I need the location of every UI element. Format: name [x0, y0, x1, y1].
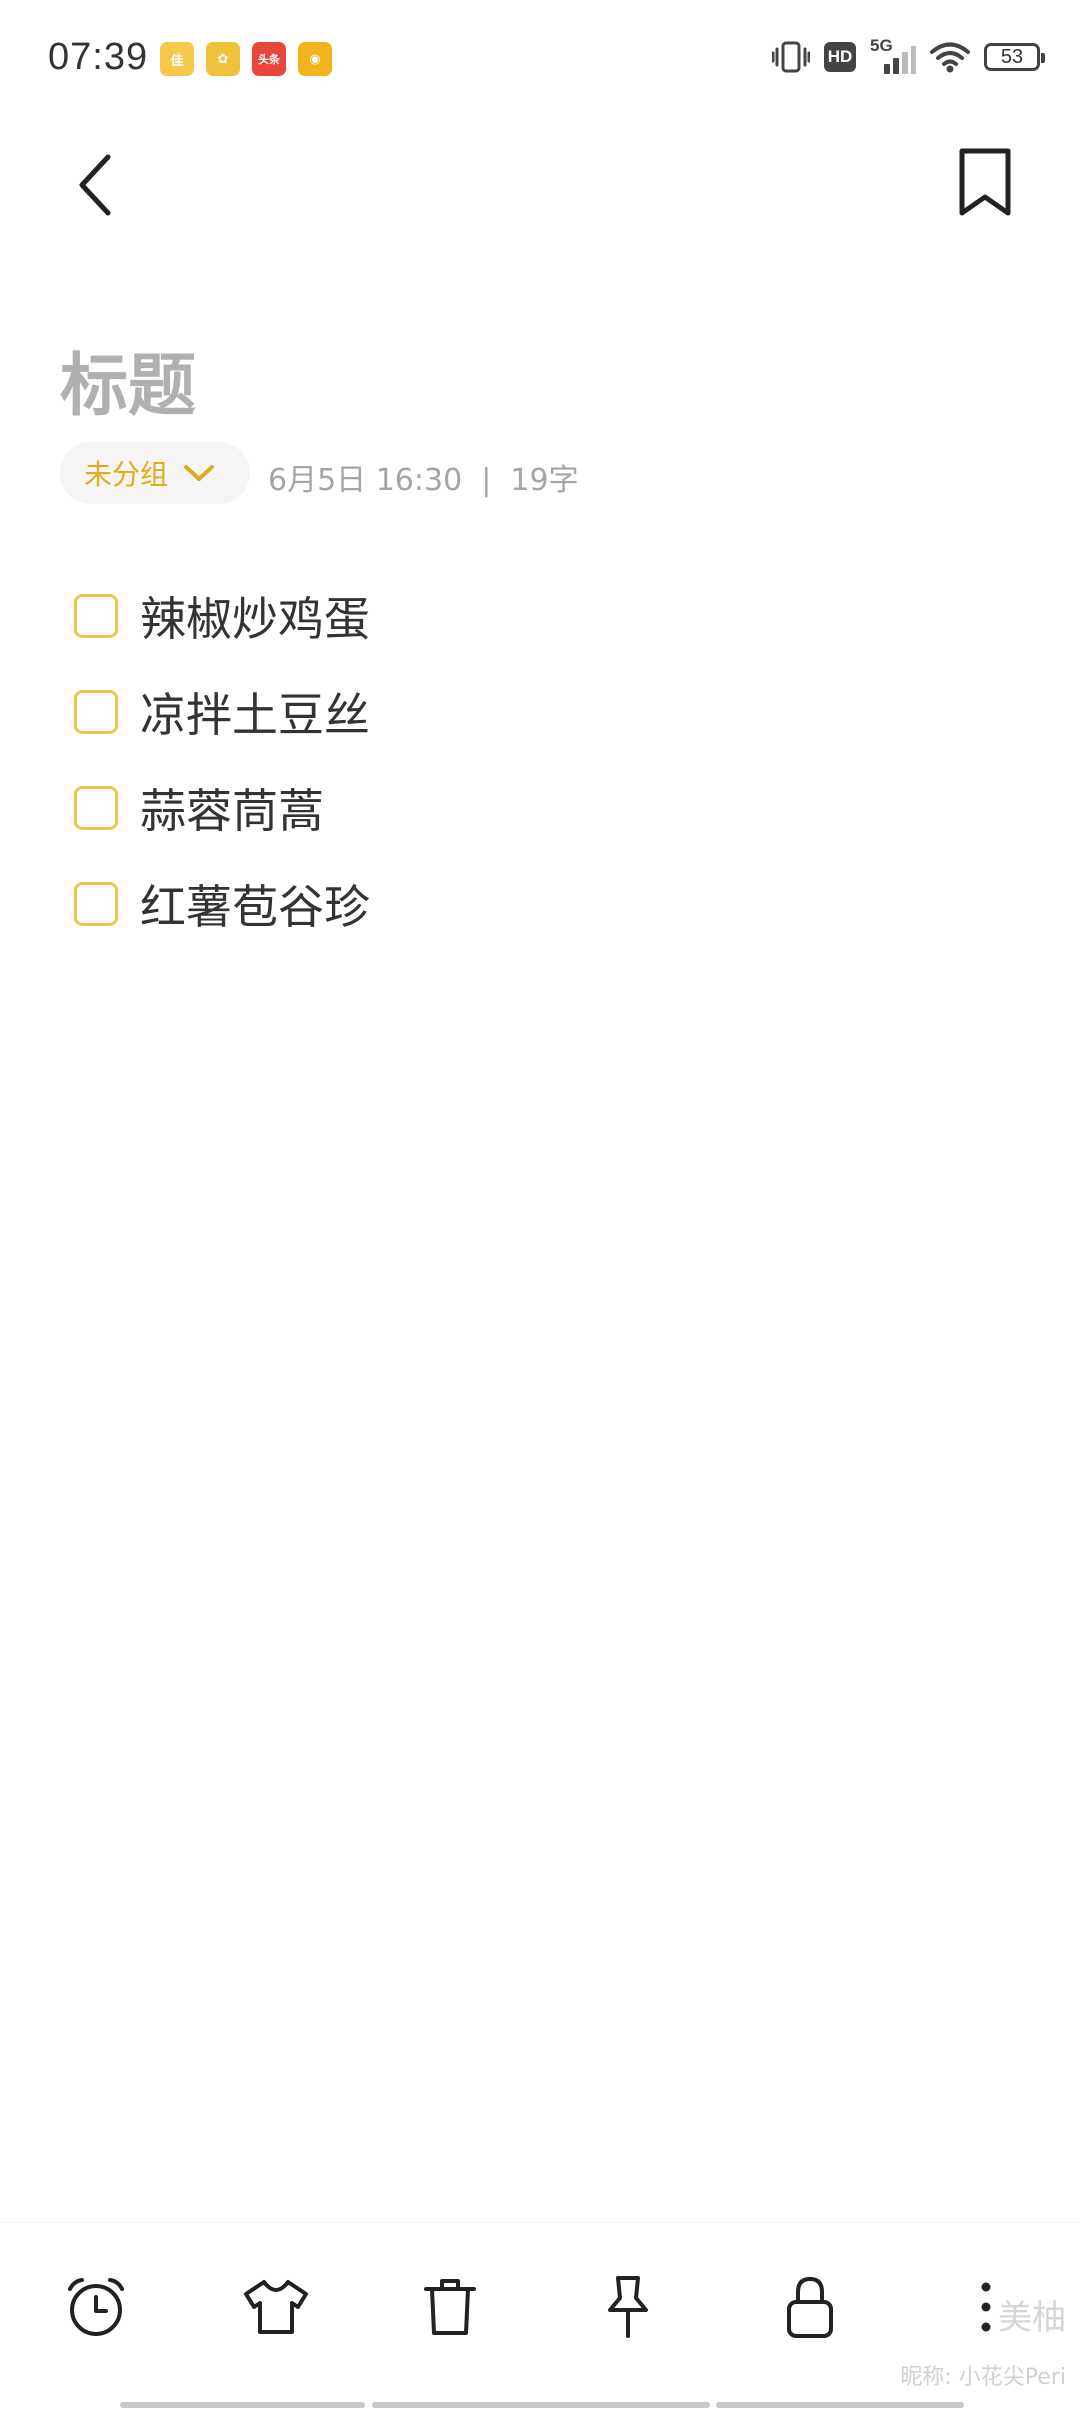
lock-button[interactable]: [770, 2267, 850, 2347]
checklist-item: 辣椒炒鸡蛋: [74, 568, 974, 664]
app-icon-1: 佳: [160, 42, 194, 76]
chevron-down-icon: [184, 465, 215, 481]
checklist-item-text[interactable]: 红薯苞谷珍: [140, 871, 370, 937]
bottom-toolbar: [0, 2222, 1080, 2409]
reminder-button[interactable]: [56, 2267, 136, 2347]
app-icon-2: ✿: [206, 42, 240, 76]
checklist-item-text[interactable]: 蒜蓉茼蒿: [140, 775, 324, 841]
more-icon: [981, 2282, 991, 2332]
app-icon-weibo: ◉: [298, 42, 332, 76]
checklist-item-text[interactable]: 辣椒炒鸡蛋: [140, 583, 370, 649]
note-title-input[interactable]: 标题: [60, 330, 196, 429]
vibrate-icon: [772, 41, 810, 73]
checklist-item: 凉拌土豆丝: [74, 664, 974, 760]
group-label: 未分组: [84, 458, 169, 491]
pin-icon: [608, 2276, 648, 2338]
chevron-left-icon: [79, 154, 111, 216]
gesture-bar-right: [716, 2402, 964, 2408]
signal-5g-icon: 5G: [870, 36, 916, 74]
bookmark-button[interactable]: [950, 145, 1020, 220]
group-selector[interactable]: 未分组: [60, 442, 250, 504]
checkbox[interactable]: [74, 690, 118, 734]
delete-button[interactable]: [410, 2267, 490, 2347]
app-icon-toutiao: 头条: [252, 42, 286, 76]
more-button[interactable]: [946, 2267, 1026, 2347]
wifi-icon: [930, 42, 970, 73]
checklist: 辣椒炒鸡蛋 凉拌土豆丝 蒜蓉茼蒿 红薯苞谷珍: [74, 568, 974, 952]
bookmark-icon: [959, 148, 1011, 216]
gesture-bar-left: [120, 2402, 365, 2408]
hd-icon: HD: [824, 42, 856, 72]
lock-icon: [787, 2276, 833, 2338]
alarm-icon: [68, 2278, 124, 2336]
checklist-item: 蒜蓉茼蒿: [74, 760, 974, 856]
checklist-item-text[interactable]: 凉拌土豆丝: [140, 679, 370, 745]
trash-icon: [424, 2279, 476, 2335]
checkbox[interactable]: [74, 882, 118, 926]
status-bar: 07:39 佳 ✿ 头条 ◉ HD 5G 53: [0, 0, 1080, 120]
gesture-bar-center[interactable]: [372, 2402, 710, 2408]
battery-icon: 53: [984, 43, 1045, 71]
checkbox[interactable]: [74, 594, 118, 638]
status-indicators: HD 5G 53: [772, 36, 1045, 74]
status-time: 07:39: [48, 36, 149, 78]
checkbox[interactable]: [74, 786, 118, 830]
note-meta: 6月5日 16:30 | 19字: [268, 463, 579, 498]
notification-icons: 佳 ✿ 头条 ◉: [160, 42, 332, 76]
back-button[interactable]: [62, 145, 122, 225]
checklist-item: 红薯苞谷珍: [74, 856, 974, 952]
pin-button[interactable]: [588, 2267, 668, 2347]
theme-button[interactable]: [236, 2267, 316, 2347]
theme-shirt-icon: [244, 2280, 308, 2334]
